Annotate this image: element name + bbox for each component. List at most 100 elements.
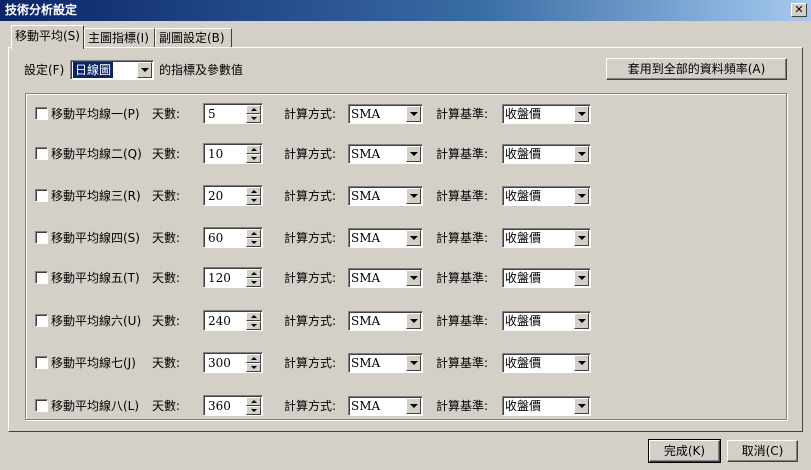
chevron-down-icon[interactable] bbox=[406, 313, 421, 329]
days-value: 120 bbox=[208, 271, 231, 285]
chevron-down-icon[interactable] bbox=[574, 355, 589, 371]
method-select[interactable]: SMA bbox=[348, 268, 423, 288]
chevron-down-icon[interactable] bbox=[574, 230, 589, 246]
chevron-down-icon[interactable] bbox=[406, 270, 421, 286]
days-value: 240 bbox=[208, 314, 231, 328]
chevron-down-icon[interactable] bbox=[246, 196, 261, 205]
chevron-up-icon[interactable] bbox=[246, 145, 261, 154]
chevron-down-icon[interactable] bbox=[246, 278, 261, 287]
ma-row: 移動平均線一(P) 天數: 5 計算方式: SMA 計算基準: 收盤價 bbox=[0, 103, 811, 125]
basis-select[interactable]: 收盤價 bbox=[502, 396, 591, 416]
ma-row: 移動平均線八(L) 天數: 360 計算方式: SMA 計算基準: 收盤價 bbox=[0, 395, 811, 417]
chevron-down-icon[interactable] bbox=[574, 106, 589, 122]
days-stepper[interactable]: 60 bbox=[203, 227, 263, 248]
chevron-down-icon[interactable] bbox=[246, 363, 261, 372]
days-stepper[interactable]: 120 bbox=[203, 267, 263, 288]
chevron-down-icon[interactable] bbox=[406, 230, 421, 246]
cancel-button[interactable]: 取消(C) bbox=[727, 440, 798, 462]
basis-value: 收盤價 bbox=[505, 189, 542, 203]
ok-label: 完成(K) bbox=[663, 444, 706, 458]
chevron-down-icon[interactable] bbox=[406, 398, 421, 414]
chevron-down-icon[interactable] bbox=[574, 188, 589, 204]
days-stepper[interactable]: 5 bbox=[203, 103, 263, 124]
chevron-up-icon[interactable] bbox=[246, 269, 261, 278]
ok-button[interactable]: 完成(K) bbox=[648, 439, 721, 463]
ma-enable-checkbox[interactable] bbox=[35, 399, 48, 412]
chevron-down-icon[interactable] bbox=[406, 106, 421, 122]
method-label: 計算方式: bbox=[284, 189, 337, 203]
ma-label: 移動平均線六(U) bbox=[51, 314, 142, 328]
basis-select[interactable]: 收盤價 bbox=[502, 311, 591, 331]
chevron-down-icon[interactable] bbox=[246, 114, 261, 123]
ma-enable-checkbox[interactable] bbox=[35, 231, 48, 244]
chevron-down-icon[interactable] bbox=[406, 355, 421, 371]
ma-label: 移動平均線三(R) bbox=[51, 189, 141, 203]
chevron-up-icon[interactable] bbox=[246, 105, 261, 114]
basis-label: 計算基準: bbox=[436, 147, 489, 161]
method-value: SMA bbox=[351, 314, 381, 328]
days-stepper[interactable]: 300 bbox=[203, 352, 263, 373]
days-label: 天數: bbox=[152, 399, 181, 413]
chevron-down-icon[interactable] bbox=[406, 146, 421, 162]
method-select[interactable]: SMA bbox=[348, 353, 423, 373]
basis-value: 收盤價 bbox=[505, 271, 542, 285]
method-select[interactable]: SMA bbox=[348, 144, 423, 164]
ma-enable-checkbox[interactable] bbox=[35, 314, 48, 327]
days-value: 300 bbox=[208, 356, 231, 370]
chevron-down-icon[interactable] bbox=[246, 321, 261, 330]
chevron-up-icon[interactable] bbox=[246, 354, 261, 363]
basis-select[interactable]: 收盤價 bbox=[502, 104, 591, 124]
ma-row: 移動平均線五(T) 天數: 120 計算方式: SMA 計算基準: 收盤價 bbox=[0, 267, 811, 289]
basis-value: 收盤價 bbox=[505, 147, 542, 161]
basis-select[interactable]: 收盤價 bbox=[502, 228, 591, 248]
days-value: 20 bbox=[208, 189, 224, 203]
days-stepper[interactable]: 240 bbox=[203, 310, 263, 331]
method-value: SMA bbox=[351, 356, 381, 370]
days-label: 天數: bbox=[152, 231, 181, 245]
chevron-down-icon[interactable] bbox=[246, 154, 261, 163]
chevron-up-icon[interactable] bbox=[246, 229, 261, 238]
basis-select[interactable]: 收盤價 bbox=[502, 144, 591, 164]
ma-enable-checkbox[interactable] bbox=[35, 356, 48, 369]
method-select[interactable]: SMA bbox=[348, 104, 423, 124]
basis-select[interactable]: 收盤價 bbox=[502, 353, 591, 373]
chevron-down-icon[interactable] bbox=[246, 238, 261, 247]
basis-select[interactable]: 收盤價 bbox=[502, 186, 591, 206]
chevron-up-icon[interactable] bbox=[246, 312, 261, 321]
basis-label: 計算基準: bbox=[436, 231, 489, 245]
basis-value: 收盤價 bbox=[505, 107, 542, 121]
chevron-down-icon[interactable] bbox=[574, 146, 589, 162]
ma-label: 移動平均線七(J) bbox=[51, 356, 136, 370]
ma-enable-checkbox[interactable] bbox=[35, 189, 48, 202]
days-label: 天數: bbox=[152, 356, 181, 370]
chevron-down-icon[interactable] bbox=[246, 406, 261, 415]
basis-value: 收盤價 bbox=[505, 231, 542, 245]
ma-label: 移動平均線二(Q) bbox=[51, 147, 142, 161]
days-value: 60 bbox=[208, 231, 224, 245]
basis-label: 計算基準: bbox=[436, 189, 489, 203]
days-stepper[interactable]: 20 bbox=[203, 185, 263, 206]
days-stepper[interactable]: 10 bbox=[203, 143, 263, 164]
method-select[interactable]: SMA bbox=[348, 186, 423, 206]
method-select[interactable]: SMA bbox=[348, 311, 423, 331]
ma-enable-checkbox[interactable] bbox=[35, 147, 48, 160]
chevron-down-icon[interactable] bbox=[406, 188, 421, 204]
ma-enable-checkbox[interactable] bbox=[35, 271, 48, 284]
basis-select[interactable]: 收盤價 bbox=[502, 268, 591, 288]
method-value: SMA bbox=[351, 231, 381, 245]
days-stepper[interactable]: 360 bbox=[203, 395, 263, 416]
chevron-up-icon[interactable] bbox=[246, 397, 261, 406]
method-value: SMA bbox=[351, 147, 381, 161]
method-value: SMA bbox=[351, 399, 381, 413]
method-select[interactable]: SMA bbox=[348, 396, 423, 416]
method-label: 計算方式: bbox=[284, 399, 337, 413]
method-select[interactable]: SMA bbox=[348, 228, 423, 248]
chevron-up-icon[interactable] bbox=[246, 187, 261, 196]
method-label: 計算方式: bbox=[284, 107, 337, 121]
ma-row: 移動平均線六(U) 天數: 240 計算方式: SMA 計算基準: 收盤價 bbox=[0, 310, 811, 332]
ma-enable-checkbox[interactable] bbox=[35, 107, 48, 120]
chevron-down-icon[interactable] bbox=[574, 270, 589, 286]
chevron-down-icon[interactable] bbox=[574, 398, 589, 414]
chevron-down-icon[interactable] bbox=[574, 313, 589, 329]
days-label: 天數: bbox=[152, 271, 181, 285]
